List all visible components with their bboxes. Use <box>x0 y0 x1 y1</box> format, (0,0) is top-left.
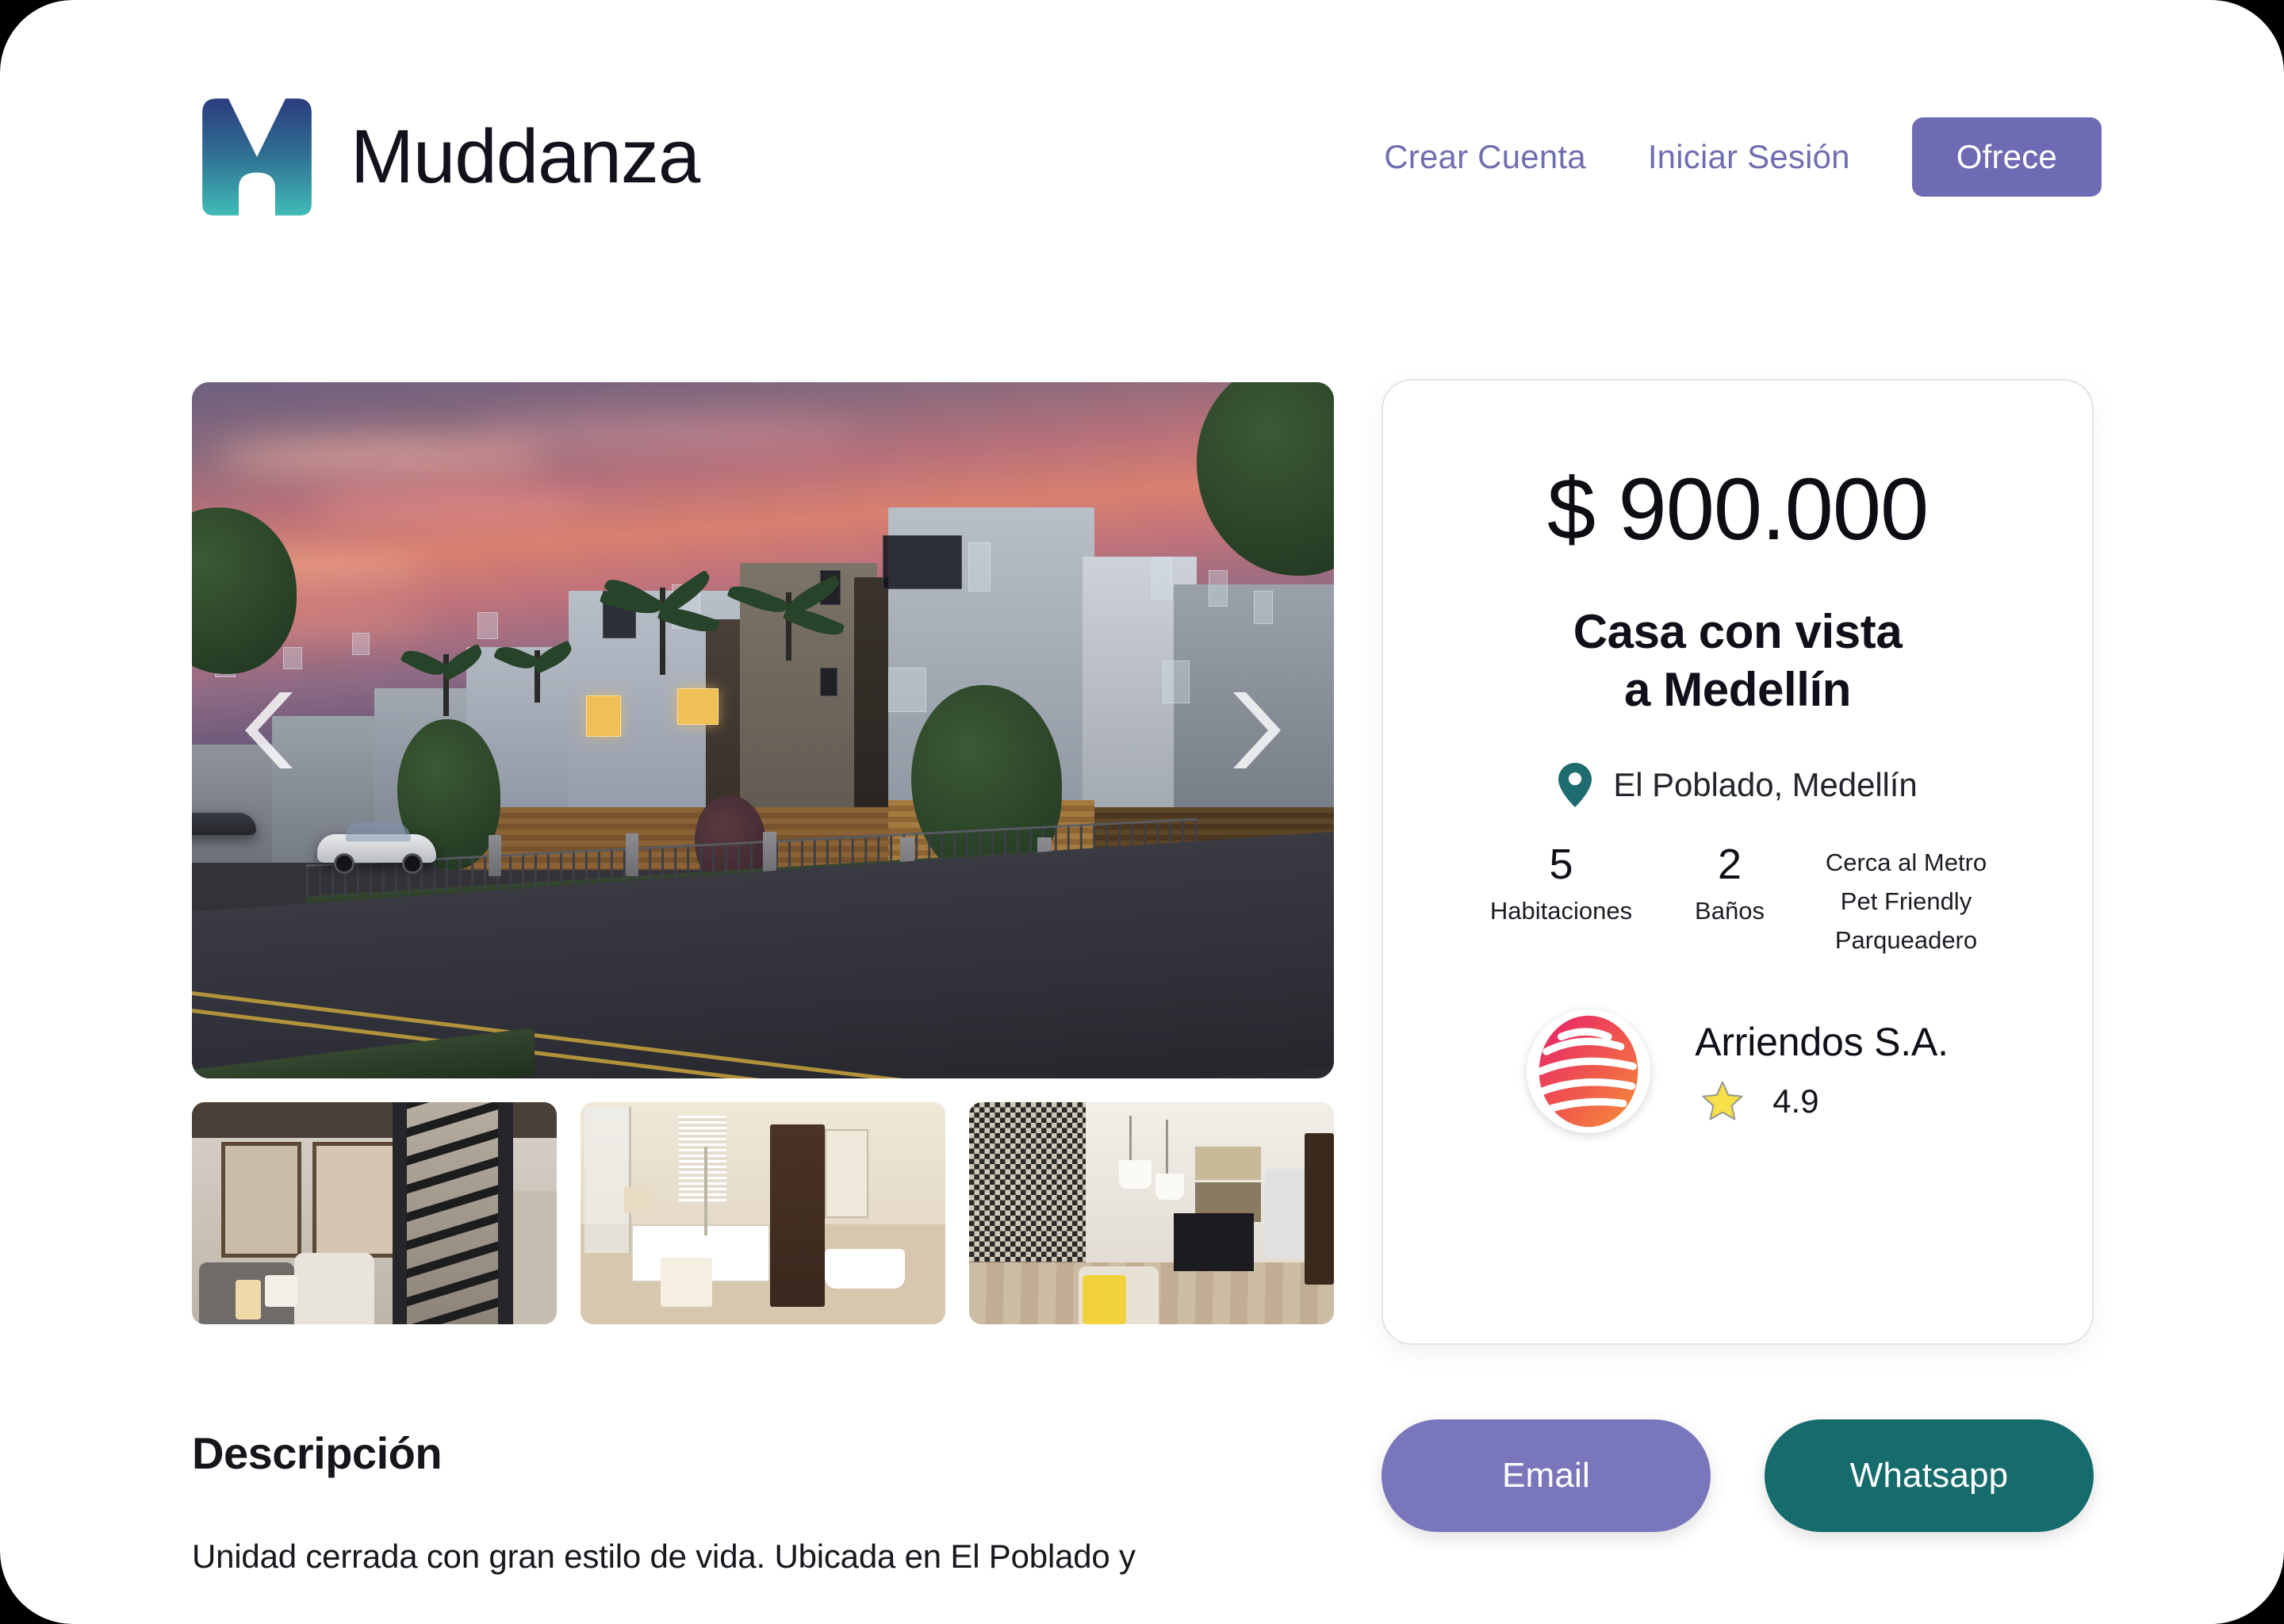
cloud <box>214 438 548 475</box>
nav-link-iniciar-sesion[interactable]: Iniciar Sesión <box>1648 138 1850 176</box>
brand-logo-group[interactable]: Muddanza <box>192 92 700 222</box>
amenity-item: Parqueadero <box>1834 926 1978 955</box>
stat-banos: 2 Baños <box>1661 842 1799 925</box>
listing-title-line-1: Casa con vista <box>1573 605 1903 658</box>
nav-link-crear-cuenta[interactable]: Crear Cuenta <box>1384 138 1586 176</box>
stat-banos-label: Baños <box>1695 897 1765 925</box>
description-heading: Descripción <box>192 1428 443 1478</box>
thumbnail-living-room[interactable] <box>192 1102 557 1324</box>
map-pin-icon <box>1558 763 1592 808</box>
listing-location: El Poblado, Medellín <box>1558 763 1918 808</box>
rating-value: 4.9 <box>1772 1082 1819 1120</box>
globe-sphere-avatar-icon <box>1536 1016 1638 1128</box>
thumbnail-bathroom[interactable] <box>581 1102 945 1324</box>
site-header: Muddanza Crear Cuenta Iniciar Sesión Ofr… <box>0 94 2284 220</box>
thumbnail-kitchen[interactable] <box>969 1102 1334 1324</box>
agency-avatar <box>1527 1009 1651 1134</box>
listing-title-line-2: a Medellín <box>1623 663 1852 717</box>
window <box>1151 556 1172 599</box>
contact-actions: Email Whatsapp <box>1382 1419 2094 1532</box>
window <box>1163 661 1190 704</box>
window <box>888 667 927 712</box>
car-wheel <box>333 852 354 874</box>
chevron-right-icon <box>1233 692 1281 768</box>
brand-name: Muddanza <box>351 114 700 199</box>
stat-habitaciones: 5 Habitaciones <box>1462 842 1661 925</box>
agency-info: Arriendos S.A. 4.9 <box>1695 1019 1949 1124</box>
page-root: Muddanza Crear Cuenta Iniciar Sesión Ofr… <box>0 0 2284 1624</box>
window <box>283 646 303 669</box>
car <box>192 812 257 835</box>
cloud <box>466 416 863 449</box>
main-nav: Crear Cuenta Iniciar Sesión Ofrece <box>1384 117 2102 197</box>
listing-price: $ 900.000 <box>1546 461 1929 558</box>
description-section: Descripción Unidad cerrada con gran esti… <box>192 1427 1342 1581</box>
agency-block[interactable]: Arriendos S.A. 4.9 <box>1527 1009 1949 1134</box>
window <box>1254 591 1274 625</box>
thumbnail-strip <box>192 1102 1334 1324</box>
window-lit <box>585 695 621 737</box>
email-button[interactable]: Email <box>1382 1419 1711 1532</box>
ofrece-button[interactable]: Ofrece <box>1911 117 2102 197</box>
fence-post <box>489 835 502 877</box>
muddanza-m-logo-icon <box>202 98 312 216</box>
chevron-left-icon <box>245 692 293 768</box>
listing-info-card: $ 900.000 Casa con vista a Medellín El P… <box>1382 379 2094 1345</box>
hero-image[interactable] <box>192 382 1334 1078</box>
car-cabin <box>346 822 412 842</box>
listing-stats: 5 Habitaciones 2 Baños Cerca al Metro Pe… <box>1383 842 2092 960</box>
window <box>1208 570 1228 607</box>
stat-habitaciones-value: 5 <box>1549 841 1573 889</box>
window-lit <box>677 688 719 726</box>
window <box>968 542 991 592</box>
window <box>883 535 963 590</box>
fence-post <box>626 833 639 877</box>
carousel-next-button[interactable] <box>1213 679 1290 782</box>
description-text: Unidad cerrada con gran estilo de vida. … <box>192 1538 1136 1575</box>
window <box>351 633 370 656</box>
stat-banos-value: 2 <box>1717 841 1742 889</box>
amenity-item: Pet Friendly <box>1840 887 1972 916</box>
listing-title: Casa con vista a Medellín <box>1573 603 1903 718</box>
window <box>477 611 498 639</box>
amenity-item: Cerca al Metro <box>1825 848 1987 877</box>
agency-rating: 4.9 <box>1695 1079 1819 1124</box>
stat-habitaciones-label: Habitaciones <box>1489 897 1633 925</box>
star-icon <box>1702 1081 1743 1120</box>
window <box>820 667 837 696</box>
whatsapp-button[interactable]: Whatsapp <box>1765 1419 2094 1532</box>
agency-name: Arriendos S.A. <box>1695 1020 1949 1065</box>
car-wheel <box>401 852 423 874</box>
location-text: El Poblado, Medellín <box>1613 766 1918 804</box>
property-gallery <box>192 382 1334 1324</box>
carousel-prev-button[interactable] <box>236 679 312 782</box>
listing-amenities: Cerca al Metro Pet Friendly Parqueadero <box>1799 842 2014 960</box>
